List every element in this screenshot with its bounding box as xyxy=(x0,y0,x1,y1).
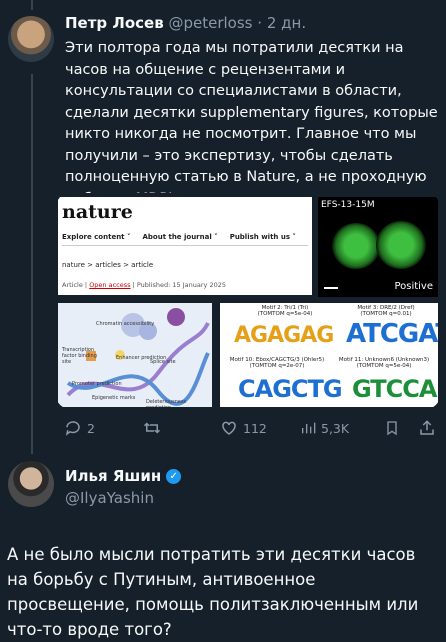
positive-badge: Positive xyxy=(394,281,433,292)
media-nature-screenshot[interactable]: nature Explore content ˅ About the journ… xyxy=(58,197,312,295)
author-handle[interactable]: @peterloss xyxy=(168,14,252,32)
motif-title: Motif 3: DRE/2 (Dref) (TOMTOM q=0.01) xyxy=(338,305,434,317)
nature-article-meta: Article | Open access | Published: 15 Ja… xyxy=(62,281,226,289)
fluorescence-blob-left xyxy=(332,223,380,269)
nature-logo: nature xyxy=(62,201,133,223)
tweet-time[interactable]: 2 дн. xyxy=(267,14,306,32)
views-count: 5,3K xyxy=(321,420,350,436)
motif-title: Motif 10: Ebox/CAGCTG/3 (Ohler5) (TOMTOM … xyxy=(222,357,332,369)
chromatin-label: Transcription factor binding site xyxy=(62,347,97,365)
retweet-icon xyxy=(143,422,161,434)
author-name-row: Илья Яшин ✓ xyxy=(65,467,182,485)
motif-logo: AGAGAG xyxy=(234,323,334,348)
heart-icon xyxy=(222,421,236,435)
chromatin-label: Chromatin accessibility xyxy=(96,321,155,327)
tweet-text: А не было мысли потратить эти десятки ча… xyxy=(7,545,419,639)
chromatin-label: Promoter prediction xyxy=(72,381,122,387)
media-fluorescence-image[interactable]: EFS-13-15M Positive xyxy=(318,197,438,297)
meta-suffix: | Published: 15 January 2025 xyxy=(130,281,226,289)
media-genomics-diagram[interactable]: Chromatin accessibility Transcription fa… xyxy=(58,303,212,407)
share-icon xyxy=(420,420,434,435)
reply-button[interactable]: 2 xyxy=(64,419,95,437)
author-name[interactable]: Петр Лосев xyxy=(65,14,164,32)
separator: · xyxy=(257,14,263,32)
scale-bar xyxy=(324,287,338,289)
bookmark-button[interactable] xyxy=(384,419,400,437)
motif-logo: CAGCTG xyxy=(238,375,343,403)
bookmark-icon xyxy=(387,421,397,436)
nature-nav-item: Explore content ˅ xyxy=(62,233,131,241)
thread-line xyxy=(31,74,33,454)
chromatin-label: Splice site xyxy=(150,359,176,365)
share-button[interactable] xyxy=(418,419,436,437)
thread-line-top xyxy=(31,0,33,10)
efs-label: EFS-13-15M xyxy=(321,200,375,210)
media-motif-logos[interactable]: Motif 2: Tri/1 (Tri) (TOMTOM q=5e-04) AGA… xyxy=(220,303,438,407)
motif-sub: (TOMTOM q=5e-04) xyxy=(356,363,412,369)
nature-nav-item: About the journal ˅ xyxy=(142,233,218,241)
tweet-text: Эти полтора года мы потратили десятки на… xyxy=(65,40,438,207)
fluorescence-blob-right xyxy=(376,221,426,269)
motif-logo: ATCGATA xyxy=(346,319,438,349)
nature-nav: Explore content ˅ About the journal ˅ Pu… xyxy=(62,233,296,241)
like-count: 112 xyxy=(243,420,267,436)
author-handle[interactable]: @IlyaYashin xyxy=(65,489,154,507)
retweet-button[interactable] xyxy=(142,419,167,437)
avatar[interactable] xyxy=(8,16,54,62)
motif-title: Motif 11: Unknown6 (Unknown3) (TOMTOM q=5… xyxy=(332,357,436,369)
verified-badge-icon: ✓ xyxy=(166,468,182,484)
reply-count: 2 xyxy=(87,420,95,436)
chromatin-label: Deleteriousness prediction xyxy=(146,399,187,407)
views-button[interactable]: 5,3K xyxy=(300,419,349,437)
tweet-header: Петр Лосев @peterloss · 2 дн. xyxy=(65,14,306,32)
meta-prefix: Article | xyxy=(62,281,90,289)
motif-sub: (TOMTOM q=5e-04) xyxy=(257,311,313,317)
author-name[interactable]: Илья Яшин xyxy=(65,467,161,485)
views-chart-icon xyxy=(302,422,316,434)
open-access-link: Open access xyxy=(89,281,131,289)
like-button[interactable]: 112 xyxy=(220,419,267,437)
motif-sub: (TOMTOM q=0.01) xyxy=(360,311,412,317)
tweet-media[interactable]: nature Explore content ˅ About the journ… xyxy=(56,193,440,409)
motif-sub: (TOMTOM q=2e-07) xyxy=(249,363,305,369)
reply-icon xyxy=(65,421,80,436)
chromatin-label: Epigenetic marks xyxy=(92,395,136,401)
motif-logo: GTCCA xyxy=(352,375,437,403)
avatar[interactable] xyxy=(8,461,54,507)
tweet-actions: 2 112 5,3K xyxy=(60,419,440,441)
nature-breadcrumb: nature > articles > article xyxy=(62,261,154,269)
motif-title: Motif 2: Tri/1 (Tri) (TOMTOM q=5e-04) xyxy=(240,305,330,317)
nature-nav-item: Publish with us ˅ xyxy=(229,233,296,241)
nature-divider xyxy=(62,245,308,246)
